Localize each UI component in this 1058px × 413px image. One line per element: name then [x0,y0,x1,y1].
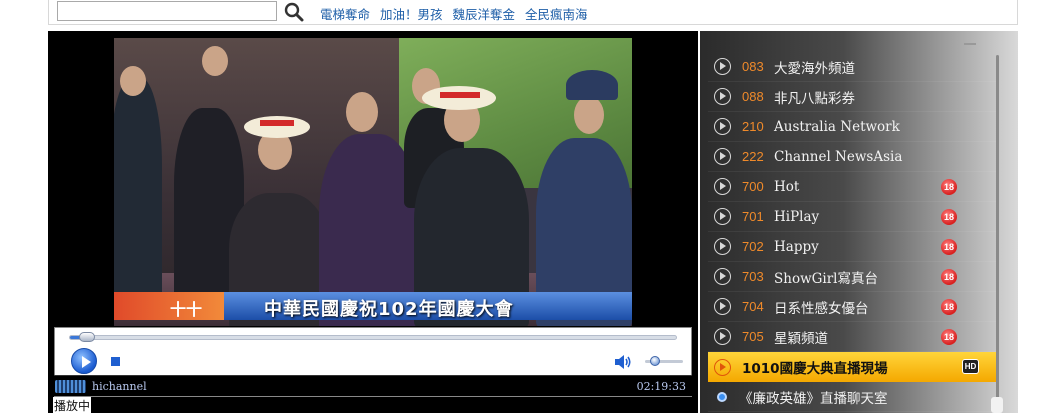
caption-logo-text: 十十 [170,300,203,319]
play-circle-icon[interactable] [714,58,731,75]
age-restriction-badge: 18 [941,269,957,285]
channel-number: 088 [742,89,764,104]
seek-bar[interactable] [69,335,677,340]
channel-row[interactable]: 705 星穎頻道 18 [708,322,996,352]
age-restriction-badge: 18 [941,329,957,345]
play-circle-icon[interactable] [714,268,731,285]
channel-title: 日系性感女優台 [774,300,869,317]
age-restriction-badge: 18 [941,209,957,225]
channel-row[interactable]: 701 HiPlay 18 [708,202,996,232]
play-circle-icon[interactable] [714,118,731,135]
play-circle-icon[interactable] [714,238,731,255]
play-circle-icon[interactable] [714,208,731,225]
person-head [120,66,146,96]
channel-number: 083 [742,59,764,74]
channel-title: 非凡八點彩券 [774,90,855,107]
channel-title: HiPlay [774,208,820,225]
age-restriction-badge: 18 [941,299,957,315]
channel-number: 703 [742,269,764,284]
volume-handle[interactable] [649,356,660,366]
signal-strength-icon [55,380,86,393]
hot-link[interactable]: 魏辰洋奪金 [453,4,516,23]
play-circle-icon[interactable] [714,328,731,345]
play-circle-icon[interactable] [714,178,731,195]
scroll-up-mark[interactable] [964,43,976,45]
hot-link[interactable]: 加油！男孩 [380,4,443,23]
player-status-bar: hichannel 02:19:33 [54,375,692,396]
channel-row[interactable]: 700 Hot 18 [708,172,996,202]
live-dot-icon [717,391,727,402]
hot-link[interactable]: 電梯奪命 [320,4,370,23]
channel-title: Happy [774,238,819,255]
search-icon[interactable] [283,1,305,23]
video-player: 十十 中華民國慶祝102年國慶大會 hichannel 02:19:33 [48,31,698,413]
channel-title: Australia Network [774,118,900,135]
channel-title: ShowGirl寫真台 [774,270,878,287]
play-circle-icon[interactable] [714,148,731,165]
play-circle-icon[interactable] [714,88,731,105]
play-circle-icon[interactable] [714,298,731,315]
play-circle-icon[interactable] [714,358,731,376]
person-figure [114,78,162,298]
hot-keyword-links: 電梯奪命 加油！男孩 魏辰洋奪金 全民瘋南海 [320,4,588,23]
channel-row[interactable]: 702 Happy 18 [708,232,996,262]
playback-time: 02:19:33 [636,380,686,393]
seek-handle[interactable] [79,332,96,342]
channel-title: Channel NewsAsia [774,148,903,165]
current-channel-name: hichannel [92,380,147,393]
volume-icon[interactable] [613,354,633,373]
channel-number: 702 [742,239,764,254]
person-head [346,92,378,132]
search-input[interactable] [57,1,277,21]
channel-list-scrollbar[interactable] [996,55,999,405]
stop-button[interactable] [111,357,120,366]
player-state-text: 播放中 [53,397,92,413]
channel-number: 700 [742,179,764,194]
top-search-bar: 電梯奪命 加油！男孩 魏辰洋奪金 全民瘋南海 [48,0,1018,25]
channel-number: 704 [742,299,764,314]
channel-row[interactable]: 704 日系性感女優台 18 [708,292,996,322]
channel-list-panel: 083 大愛海外頻道 088 非凡八點彩券 210 Australia Network 22… [700,31,1018,413]
channel-title: 《廉政英雄》直播聊天室 [739,390,888,407]
play-button[interactable] [71,348,97,374]
person-head [574,96,604,134]
straw-hat [422,86,496,110]
age-restriction-badge: 18 [941,179,957,195]
hat-band [260,120,294,126]
age-restriction-badge: 18 [941,239,957,255]
channel-title: Hot [774,178,800,195]
channel-number: 701 [742,209,764,224]
channel-row[interactable]: 703 ShowGirl寫真台 18 [708,262,996,292]
hot-link[interactable]: 全民瘋南海 [525,4,588,23]
channel-number: 705 [742,329,764,344]
channel-number: 210 [742,119,764,134]
channel-title: 1010國慶大典直播現場 [742,361,888,377]
channel-row[interactable]: 088 非凡八點彩券 [708,82,996,112]
channel-row-live-chat[interactable]: 《廉政英雄》直播聊天室 [708,382,996,412]
officer-cap [566,70,618,100]
news-caption: 中華民國慶祝102年國慶大會 [264,299,514,320]
channel-row[interactable]: 210 Australia Network [708,112,996,142]
channel-list: 083 大愛海外頻道 088 非凡八點彩券 210 Australia Network 22… [708,52,996,412]
channel-row[interactable]: 083 大愛海外頻道 [708,52,996,82]
caption-logo: 十十 [114,292,224,320]
channel-number: 222 [742,149,764,164]
hd-badge: HD [962,359,979,374]
channel-row-active[interactable]: 1010國慶大典直播現場 HD [708,352,996,382]
hat-band [440,92,480,98]
person-head [202,46,228,76]
video-frame[interactable]: 十十 中華民國慶祝102年國慶大會 [114,38,632,326]
channel-row[interactable]: 222 Channel NewsAsia [708,142,996,172]
channel-title: 大愛海外頻道 [774,60,855,77]
channel-list-scroll-thumb[interactable] [991,397,1003,413]
channel-title: 星穎頻道 [774,330,828,347]
